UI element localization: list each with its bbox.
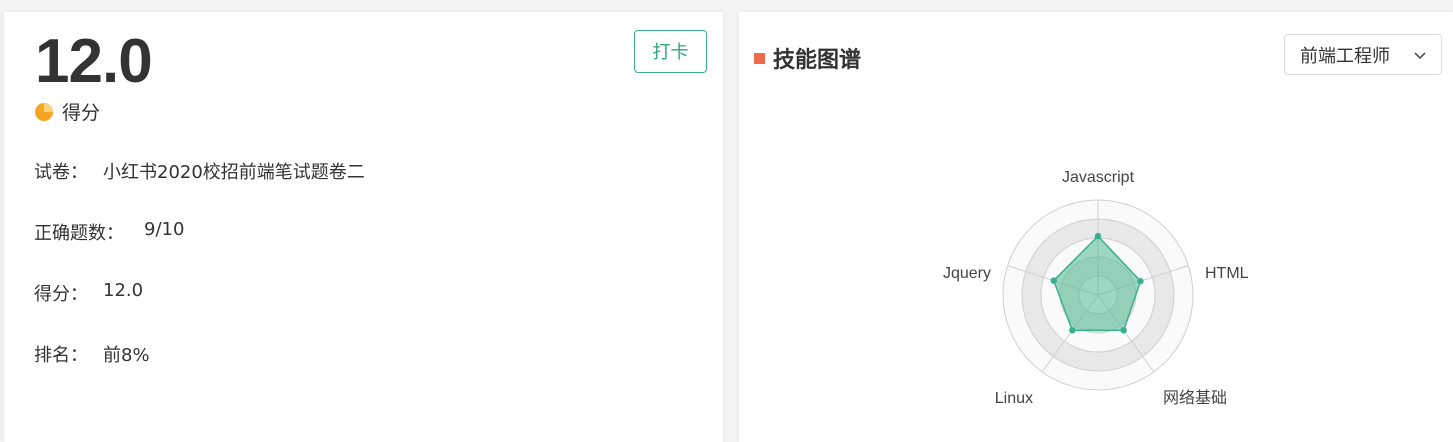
radar-point-3: [1069, 327, 1076, 334]
info-score: 得分： 12.0: [34, 280, 143, 306]
paper-value: 小红书2020校招前端笔试题卷二: [103, 162, 365, 183]
paper-label: 试卷：: [34, 162, 88, 183]
radar-axis-label: Javascript: [1062, 169, 1135, 186]
score-caption: 得分: [34, 98, 100, 125]
info-paper: 试卷： 小红书2020校招前端笔试题卷二: [34, 158, 365, 184]
radar-axis-label: 网络基础: [1163, 388, 1227, 407]
score-value: 12.0: [35, 27, 153, 96]
score-caption-label: 得分: [62, 102, 101, 124]
score-label: 得分：: [34, 284, 88, 305]
radar-point-0: [1094, 232, 1102, 240]
info-rank: 排名： 前8%: [34, 341, 150, 367]
radar-point-2: [1120, 327, 1127, 334]
pie-chart-icon: [35, 102, 53, 121]
correct-value: 9/10: [144, 219, 185, 240]
rank-label: 排名：: [34, 345, 88, 366]
radar-point-4: [1050, 277, 1057, 284]
radar-axis-label: Jquery: [943, 265, 991, 282]
score-detail-value: 12.0: [103, 280, 144, 301]
radar-point-1: [1137, 278, 1144, 285]
score-card: 12.0 得分 打卡 试卷： 小红书2020校招前端笔试题卷二 正确题数： 9/…: [4, 12, 723, 442]
info-correct: 正确题数： 9/10: [34, 219, 184, 245]
rank-value: 前8%: [103, 345, 150, 366]
radar-axis-label: HTML: [1205, 265, 1249, 282]
skill-card: 技能图谱 前端工程师 Javascript HTML 网络基础 Linux Jquery: [739, 12, 1453, 442]
checkin-button[interactable]: 打卡: [634, 30, 707, 73]
skill-radar-chart: Javascript HTML 网络基础 Linux Jquery: [943, 169, 1249, 407]
correct-label: 正确题数：: [34, 223, 124, 244]
radar-axis-label: Linux: [995, 390, 1033, 407]
